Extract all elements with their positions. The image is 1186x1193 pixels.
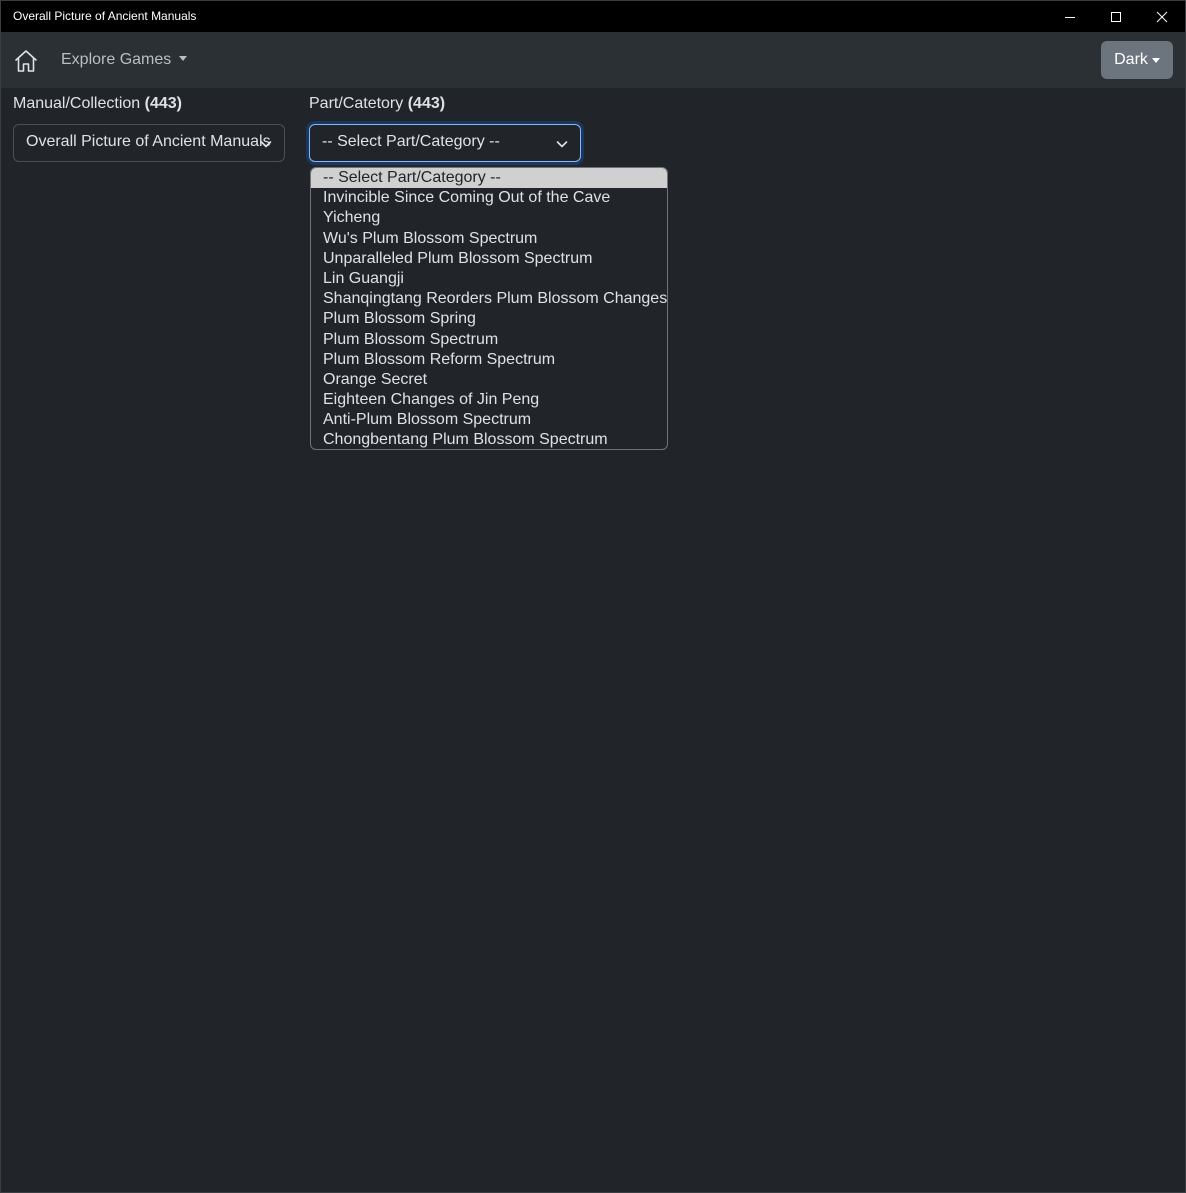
app-window: Overall Picture of Ancient Manuals Explo… bbox=[0, 0, 1186, 1193]
maximize-button[interactable] bbox=[1093, 1, 1139, 32]
title-bar: Overall Picture of Ancient Manuals bbox=[1, 1, 1185, 32]
home-button[interactable] bbox=[13, 48, 39, 74]
dropdown-option[interactable]: Wu's Plum Blossom Spectrum bbox=[311, 229, 667, 249]
caret-down-icon bbox=[179, 56, 188, 61]
manual-collection-select[interactable]: Overall Picture of Ancient Manuals bbox=[13, 124, 285, 162]
dropdown-option[interactable]: -- Select Part/Category -- bbox=[311, 168, 667, 189]
close-icon bbox=[1156, 11, 1168, 22]
dropdown-option[interactable]: Lin Guangji bbox=[311, 269, 667, 289]
part-count: (443) bbox=[407, 95, 446, 112]
dropdown-option[interactable]: Yicheng bbox=[311, 208, 667, 228]
caret-down-icon bbox=[1151, 57, 1160, 63]
manual-collection-label: Manual/Collection (443) bbox=[13, 95, 182, 112]
dropdown-option[interactable]: Eighteen Changes of Jin Peng bbox=[311, 390, 667, 410]
manual-select-value: Overall Picture of Ancient Manuals bbox=[26, 133, 271, 150]
maximize-icon bbox=[1111, 11, 1121, 22]
dropdown-option[interactable]: Plum Blossom Reform Spectrum bbox=[311, 350, 667, 370]
window-title: Overall Picture of Ancient Manuals bbox=[13, 9, 197, 23]
part-category-label: Part/Catetory (443) bbox=[309, 95, 446, 112]
part-category-select[interactable]: -- Select Part/Category -- bbox=[309, 124, 581, 162]
chevron-down-icon bbox=[260, 141, 272, 148]
dropdown-option[interactable]: Plum Blossom Spring bbox=[311, 309, 667, 329]
manual-count: (443) bbox=[144, 95, 182, 112]
minimize-icon bbox=[1065, 16, 1075, 18]
dropdown-option[interactable]: Orange Secret bbox=[311, 370, 667, 390]
part-category-dropdown-list: -- Select Part/Category -- Invincible Si… bbox=[310, 167, 668, 450]
dropdown-option[interactable]: Unparalleled Plum Blossom Spectrum bbox=[311, 249, 667, 269]
dropdown-option[interactable]: Anti-Plum Blossom Spectrum bbox=[311, 410, 667, 430]
dropdown-option[interactable]: Invincible Since Coming Out of the Cave bbox=[311, 188, 667, 208]
theme-label: Dark bbox=[1114, 51, 1148, 68]
dropdown-option[interactable]: Chongbentang Plum Blossom Spectrum bbox=[311, 430, 667, 449]
dropdown-option[interactable]: Plum Blossom Spectrum bbox=[311, 330, 667, 350]
chevron-down-icon bbox=[556, 141, 568, 148]
dropdown-option[interactable]: Shanqingtang Reorders Plum Blossom Chang… bbox=[311, 289, 667, 309]
part-select-value: -- Select Part/Category -- bbox=[322, 133, 500, 150]
explore-games-label: Explore Games bbox=[61, 51, 172, 68]
close-button[interactable] bbox=[1139, 1, 1185, 32]
home-icon bbox=[15, 50, 37, 72]
theme-dropdown-button[interactable]: Dark bbox=[1101, 41, 1173, 79]
navbar: Explore Games Dark bbox=[1, 32, 1185, 88]
minimize-button[interactable] bbox=[1047, 1, 1093, 32]
explore-games-menu[interactable]: Explore Games bbox=[61, 51, 188, 69]
